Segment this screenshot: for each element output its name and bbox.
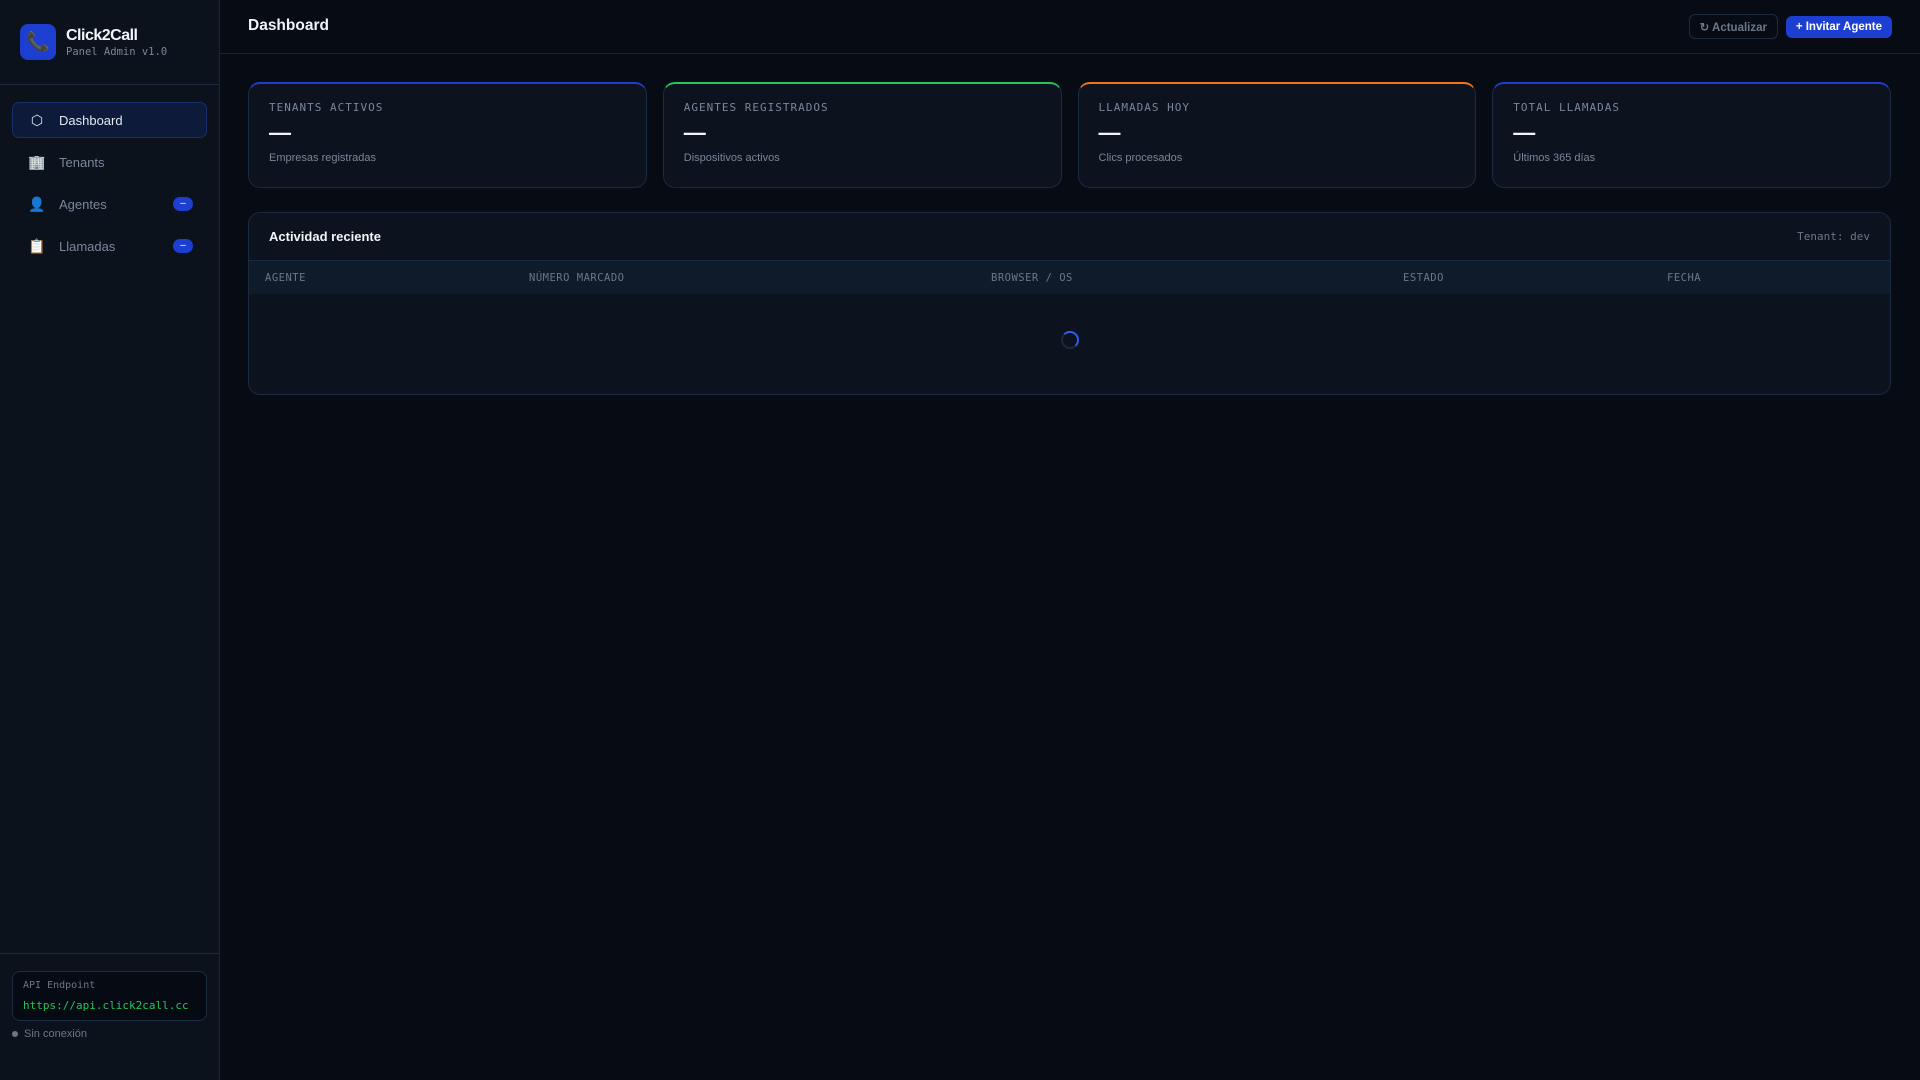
top-header: Dashboard ↻ Actualizar + Invitar Agente — [220, 0, 1920, 54]
api-endpoint-box: API Endpoint https://api.click2call.cc — [12, 971, 207, 1021]
sidebar-item-tenants[interactable]: 🏢 Tenants — [12, 144, 207, 180]
stats-cards: TENANTS ACTIVOS — Empresas registradas A… — [248, 82, 1891, 188]
invite-agent-button[interactable]: + Invitar Agente — [1785, 16, 1892, 38]
stat-card-tenants: TENANTS ACTIVOS — Empresas registradas — [248, 82, 647, 188]
sidebar-item-agentes[interactable]: 👤 Agentes – — [12, 186, 207, 222]
brand-name: Click2Call — [66, 27, 138, 44]
stat-value: — — [683, 120, 706, 145]
count-badge: – — [173, 197, 193, 211]
sidebar-nav: ⬡ Dashboard 🏢 Tenants 👤 Agentes – 📋 Llam… — [12, 102, 207, 270]
connection-status: Sin conexión — [12, 1028, 87, 1040]
stat-value: — — [1098, 120, 1121, 145]
table-header: AGENTE NÚMERO MARCADO BROWSER / OS ESTAD… — [249, 261, 1890, 294]
sidebar-item-dashboard[interactable]: ⬡ Dashboard — [12, 102, 207, 138]
api-endpoint-label: API Endpoint — [23, 980, 96, 991]
sidebar-item-label: Llamadas — [59, 238, 116, 254]
panel-header: Actividad reciente Tenant: dev — [249, 213, 1890, 261]
sidebar-item-label: Dashboard — [59, 112, 123, 128]
user-icon: 👤 — [28, 195, 46, 212]
stat-subtitle: Clics procesados — [1098, 152, 1183, 164]
column-header-estado: ESTADO — [1403, 272, 1444, 284]
connection-status-text: Sin conexión — [24, 1028, 87, 1040]
stat-label: LLAMADAS HOY — [1098, 101, 1190, 114]
panel-title: Actividad reciente — [269, 229, 381, 244]
stat-value: — — [269, 120, 291, 145]
stat-subtitle: Empresas registradas — [269, 152, 376, 164]
stat-label: AGENTES REGISTRADOS — [683, 101, 829, 114]
sidebar-item-label: Agentes — [59, 196, 107, 212]
hexagon-icon: ⬡ — [30, 111, 44, 128]
phone-icon: 📞 — [20, 24, 56, 60]
loading-spinner-icon — [1061, 331, 1079, 349]
stat-subtitle: Últimos 365 días — [1513, 152, 1596, 164]
sidebar-footer: API Endpoint https://api.click2call.cc S… — [0, 953, 219, 1040]
brand: 📞 Click2Call Panel Admin v1.0 — [0, 0, 219, 85]
refresh-button[interactable]: ↻ Actualizar — [1688, 14, 1778, 39]
column-header-fecha: FECHA — [1667, 272, 1702, 284]
sidebar-item-label: Tenants — [59, 154, 105, 170]
stat-label: TENANTS ACTIVOS — [269, 101, 384, 114]
api-endpoint-url: https://api.click2call.cc — [23, 999, 189, 1012]
sidebar: 📞 Click2Call Panel Admin v1.0 ⬡ Dashboar… — [0, 0, 220, 1080]
stat-subtitle: Dispositivos activos — [683, 152, 780, 164]
stat-label: TOTAL LLAMADAS — [1513, 101, 1620, 114]
status-dot-icon — [12, 1031, 18, 1037]
page-title: Dashboard — [248, 17, 329, 34]
clipboard-icon: 📋 — [28, 237, 46, 254]
tenant-label: Tenant: dev — [1797, 230, 1870, 243]
count-badge: – — [173, 239, 193, 253]
column-header-agente: AGENTE — [265, 272, 306, 284]
stat-card-llamadas-hoy: LLAMADAS HOY — Clics procesados — [1077, 82, 1477, 188]
brand-subtitle: Panel Admin v1.0 — [66, 46, 168, 58]
stat-card-total-llamadas: TOTAL LLAMADAS — Últimos 365 días — [1492, 82, 1891, 188]
column-header-numero: NÚMERO MARCADO — [529, 272, 625, 284]
stat-card-agentes: AGENTES REGISTRADOS — Dispositivos activ… — [662, 82, 1062, 188]
recent-activity-panel: Actividad reciente Tenant: dev AGENTE NÚ… — [248, 212, 1891, 395]
sidebar-item-llamadas[interactable]: 📋 Llamadas – — [12, 228, 207, 264]
column-header-browser: BROWSER / OS — [991, 272, 1073, 284]
stat-value: — — [1513, 120, 1536, 145]
building-icon: 🏢 — [28, 153, 46, 170]
